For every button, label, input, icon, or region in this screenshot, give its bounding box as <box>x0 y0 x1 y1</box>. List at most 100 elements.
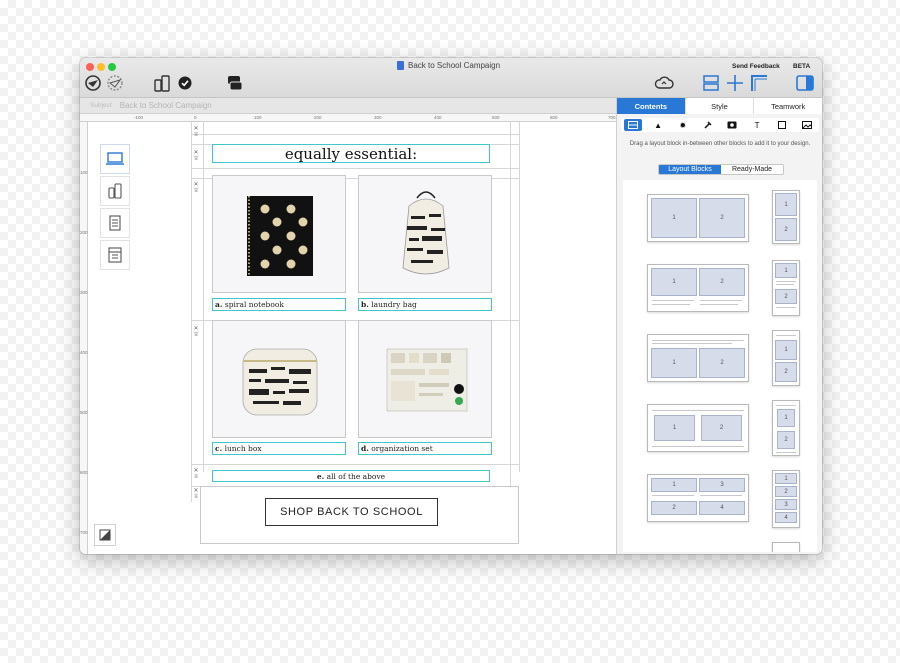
block-cell: 2 <box>701 415 742 441</box>
source-view-button[interactable] <box>100 240 130 270</box>
segment-layout-blocks[interactable]: Layout Blocks <box>659 165 721 174</box>
row-handle[interactable]: ✕ ≡ <box>192 150 200 162</box>
mobile-view-button[interactable] <box>100 176 130 206</box>
ruler-tick: 300 <box>80 290 88 295</box>
layout-block-four-grid[interactable]: 1 3 2 4 <box>647 474 749 522</box>
text-view-button[interactable] <box>100 208 130 238</box>
layout-block-stacked[interactable]: 1 2 <box>772 190 800 244</box>
text-icon[interactable]: T <box>748 119 766 131</box>
design-canvas[interactable]: ✕ ≡ ✕ ≡ ✕ ≡ ✕ ≡ ✕ ≡ ✕ ≡ <box>88 122 616 554</box>
block-cell: 2 <box>775 362 797 382</box>
product-letter: e. <box>316 471 325 481</box>
zoom-window-button[interactable] <box>108 63 116 71</box>
cloud-sync-icon[interactable] <box>654 75 674 91</box>
layout-guides-icon[interactable] <box>702 74 720 92</box>
beta-badge: BETA <box>793 63 811 70</box>
ruler-tick: 100 <box>254 115 262 120</box>
row-handle[interactable]: ✕ ≡ <box>192 488 200 500</box>
block-cell: 3 <box>775 499 797 510</box>
product-image-notebook[interactable] <box>212 175 346 293</box>
product-label[interactable]: c. lunch box <box>212 442 346 455</box>
product-letter: d. <box>361 444 369 453</box>
block-cell: 1 <box>651 348 697 378</box>
tab-teamwork[interactable]: Teamwork <box>754 98 822 114</box>
product-image-lunch-box[interactable] <box>212 320 346 438</box>
product-label[interactable]: a. spiral notebook <box>212 298 346 311</box>
layout-block-boxed-two-column[interactable]: 1 2 <box>647 404 749 452</box>
layout-block-boxed-stacked[interactable]: 1 2 <box>772 400 800 456</box>
block-cell: 1 <box>775 263 797 278</box>
guide-line <box>191 134 519 135</box>
layout-block-heading-stacked[interactable]: 1 2 <box>772 330 800 386</box>
block-cell: 2 <box>775 289 797 304</box>
dropper-icon[interactable] <box>699 119 717 131</box>
product-letter: b. <box>361 300 369 309</box>
send-email-icon[interactable] <box>84 74 102 92</box>
subject-label: Subject <box>90 102 112 109</box>
guide-line <box>519 122 520 472</box>
block-text-line <box>700 304 738 305</box>
block-text-line <box>700 300 742 301</box>
layout-blocks-list: 1 2 1 2 1 2 1 2 1 2 1 2 1 2 1 2 1 3 2 4 … <box>623 180 817 552</box>
row-handle[interactable]: ✕ ≡ <box>192 326 200 338</box>
badge-icon[interactable]: ✹ <box>674 119 692 131</box>
segment-ready-made[interactable]: Ready-Made <box>721 165 783 174</box>
ruler-tick: 600 <box>550 115 558 120</box>
desktop-view-button[interactable] <box>100 144 130 174</box>
row-handle[interactable]: ✕ ≡ <box>192 126 200 138</box>
ruler-tick: 400 <box>80 350 88 355</box>
ruler-tick: 200 <box>314 115 322 120</box>
row-handle[interactable]: ✕ ≡ <box>192 182 200 194</box>
devices-icon[interactable] <box>154 75 172 92</box>
box-icon[interactable] <box>773 119 791 131</box>
layout-block-stacked-captions[interactable]: 1 2 <box>772 260 800 316</box>
block-cell: 1 <box>654 415 695 441</box>
ruler-tick: -100 <box>134 115 144 120</box>
subject-input[interactable]: Back to School Campaign <box>120 101 212 110</box>
tab-style[interactable]: Style <box>685 98 755 114</box>
block-cell: 2 <box>699 198 745 238</box>
layout-block-four-stacked[interactable]: 1 2 3 4 <box>772 470 800 528</box>
image-icon[interactable] <box>798 119 816 131</box>
subject-bar: Subject Back to School Campaign <box>80 98 616 114</box>
check-icon[interactable] <box>178 76 192 90</box>
block-cell: 4 <box>699 501 745 515</box>
heading-text[interactable]: equally essential: <box>212 144 490 163</box>
layout-block-two-column-captions[interactable]: 1 2 <box>647 264 749 312</box>
product-name: organization set <box>371 444 433 453</box>
layout-block-icon[interactable] <box>624 119 643 131</box>
product-image-organization-set[interactable] <box>358 320 492 438</box>
test-send-icon[interactable] <box>106 74 124 92</box>
layout-block-two-column[interactable]: 1 2 <box>647 194 749 242</box>
document-title-text: Back to School Campaign <box>408 61 501 70</box>
product-label[interactable]: b. laundry bag <box>358 298 492 311</box>
crosshair-icon[interactable] <box>726 74 744 92</box>
block-text-line <box>776 281 796 282</box>
minimize-window-button[interactable] <box>97 63 105 71</box>
sidebar-toggle-icon[interactable] <box>796 75 814 91</box>
guide-line <box>191 122 192 502</box>
send-feedback-link[interactable]: Send Feedback <box>732 63 780 70</box>
ruler-tick: 600 <box>80 470 88 475</box>
tab-contents[interactable]: Contents <box>617 98 686 114</box>
layout-block-heading-two-column[interactable]: 1 2 <box>647 334 749 382</box>
shop-back-to-school-button[interactable]: SHOP BACK TO SCHOOL <box>265 498 438 526</box>
layout-block-more[interactable] <box>772 542 800 552</box>
row-handle[interactable]: ✕ ≡ <box>192 468 200 480</box>
rulers-icon[interactable] <box>750 74 768 92</box>
block-text-line <box>700 495 742 496</box>
block-cell: 1 <box>777 409 795 427</box>
block-cell: 1 <box>651 478 697 492</box>
canvas-settings-icon[interactable] <box>94 524 116 546</box>
block-text-line <box>652 495 694 496</box>
preview-icon[interactable] <box>226 75 244 91</box>
block-text-line <box>776 307 796 308</box>
all-of-the-above-text[interactable]: e. all of the above <box>212 470 490 482</box>
product-image-laundry-bag[interactable] <box>358 175 492 293</box>
block-cell: 2 <box>775 486 797 497</box>
close-window-button[interactable] <box>86 63 94 71</box>
left-ruler: 100 200 300 400 500 600 700 <box>80 122 88 554</box>
media-icon[interactable] <box>723 119 741 131</box>
product-label[interactable]: d. organization set <box>358 442 492 455</box>
shape-icon[interactable]: ▲ <box>649 119 667 131</box>
